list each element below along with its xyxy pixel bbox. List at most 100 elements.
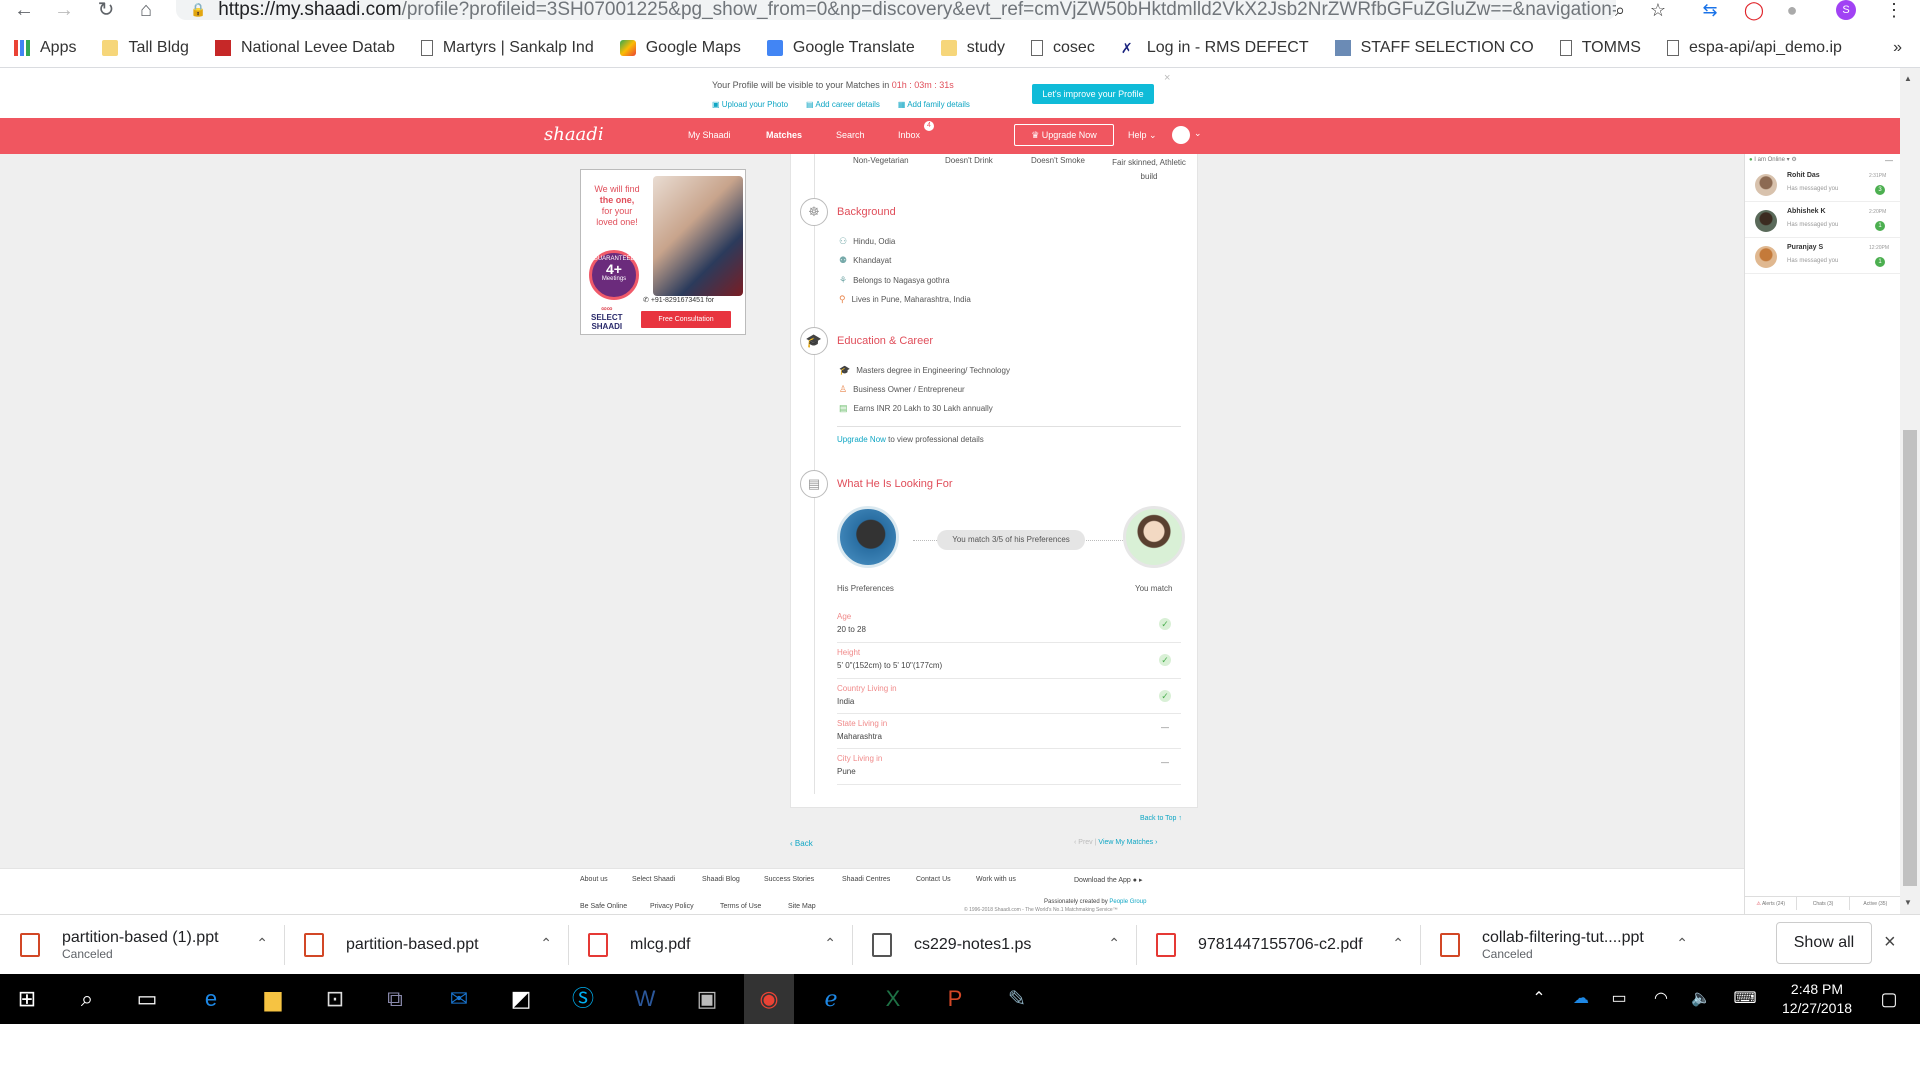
footer-success-stories[interactable]: Success Stories [764, 876, 814, 883]
prev-link[interactable]: ‹ Prev [1074, 839, 1093, 846]
extension-icon[interactable]: ● [1780, 0, 1804, 20]
footer-download-app[interactable]: Download the App ● ▸ [1074, 876, 1142, 884]
chat-contact[interactable]: Puranjay S 12:20PM Has messaged you 1 [1745, 238, 1901, 274]
search-icon[interactable]: ⌕ [62, 974, 112, 1024]
view-my-matches-link[interactable]: View My Matches › [1098, 839, 1157, 846]
download-item[interactable]: partition-based.ppt ⌃ [284, 915, 568, 975]
notifications-icon[interactable]: ▢ [1864, 974, 1914, 1024]
download-item[interactable]: partition-based (1).ppt Canceled ⌃ [0, 915, 284, 975]
nav-matches[interactable]: Matches [766, 130, 802, 140]
download-item[interactable]: mlcg.pdf ⌃ [568, 915, 852, 975]
translate-extension-icon[interactable]: ⇆ [1698, 0, 1722, 20]
chevron-up-icon[interactable]: ⌃ [1676, 935, 1688, 952]
skype-icon[interactable]: Ⓢ [558, 974, 608, 1024]
windows-start-icon[interactable]: ⊞ [2, 974, 52, 1024]
bookmark-tomms[interactable]: TOMMS [1559, 39, 1641, 57]
footer-about[interactable]: About us [580, 876, 608, 883]
user-avatar[interactable] [1172, 126, 1190, 144]
internet-explorer-icon[interactable]: ℯ [806, 974, 856, 1024]
show-all-button[interactable]: Show all [1776, 922, 1872, 964]
chat-minimize-icon[interactable]: — [1885, 156, 1893, 165]
select-shaadi-ad[interactable]: We will find the one, for your loved one! G… [580, 169, 746, 335]
free-consultation-button[interactable]: Free Consultation [641, 311, 731, 328]
add-family-link[interactable]: ▦ Add family details [898, 100, 970, 109]
improve-profile-button[interactable]: Let's improve your Profile [1032, 84, 1154, 104]
network-app-icon[interactable]: ▣ [682, 974, 732, 1024]
bookmark-apps[interactable]: Apps [14, 39, 76, 57]
footer-blog[interactable]: Shaadi Blog [702, 876, 740, 883]
add-career-link[interactable]: ▤ Add career details [806, 100, 880, 109]
back-to-top-link[interactable]: Back to Top ↑ [1140, 815, 1182, 822]
zoom-icon[interactable]: ⌕ [1608, 0, 1632, 20]
chevron-up-icon[interactable]: ⌃ [256, 935, 268, 952]
tab-active[interactable]: Active (35) [1850, 897, 1901, 910]
upgrade-now-button[interactable]: ♛ Upgrade Now [1014, 124, 1114, 146]
tab-chats[interactable]: Chats (3) [1797, 897, 1850, 910]
opera-extension-icon[interactable]: ◯ [1742, 0, 1766, 20]
bookmarks-overflow[interactable]: » [1893, 39, 1902, 57]
bookmark-google-translate[interactable]: Google Translate [766, 39, 915, 57]
reload-icon[interactable]: ↻ [86, 0, 126, 20]
store-icon[interactable]: ⊡ [310, 974, 360, 1024]
forward-arrow-icon[interactable]: → [44, 0, 84, 20]
chevron-down-icon[interactable]: ⌄ [1194, 128, 1202, 139]
download-item[interactable]: collab-filtering-tut....ppt Canceled ⌃ [1420, 915, 1704, 975]
paint-icon[interactable]: ✎ [992, 974, 1042, 1024]
bookmark-rms-defect[interactable]: ✗ Log in - RMS DEFECT [1121, 39, 1309, 57]
chevron-up-icon[interactable]: ⌃ [1108, 935, 1120, 952]
chevron-up-icon[interactable]: ⌃ [540, 935, 552, 952]
chat-contact[interactable]: Rohit Das 2:31PM Has messaged you 3 [1745, 166, 1901, 202]
excel-icon[interactable]: X [868, 974, 918, 1024]
nav-inbox[interactable]: Inbox [898, 130, 920, 140]
nav-search[interactable]: Search [836, 130, 865, 140]
menu-dots-icon[interactable]: ⋮ [1882, 0, 1906, 20]
chevron-up-icon[interactable]: ⌃ [824, 935, 836, 952]
clock[interactable]: 2:48 PM 12/27/2018 [1772, 980, 1862, 1018]
upgrade-now-link[interactable]: Upgrade Now [837, 435, 886, 444]
bookmark-tall-bldg[interactable]: Tall Bldg [102, 39, 189, 57]
nav-help[interactable]: Help ⌄ [1128, 130, 1157, 141]
chevron-up-icon[interactable]: ⌃ [1392, 935, 1404, 952]
close-icon[interactable]: × [1164, 72, 1170, 84]
url-text[interactable]: https://my.shaadi.com/profile?profileid=… [218, 0, 1616, 21]
footer-sitemap[interactable]: Site Map [788, 903, 816, 910]
powerpoint-icon[interactable]: P [930, 974, 980, 1024]
keyboard-icon[interactable]: ⌨ [1720, 974, 1770, 1024]
address-bar[interactable]: 🔒 https://my.shaadi.com/profile?profilei… [176, 0, 1616, 20]
shaadi-logo[interactable]: shaadi [544, 124, 604, 145]
word-icon[interactable]: W [620, 974, 670, 1024]
his-photo[interactable] [837, 506, 899, 568]
footer-contact[interactable]: Contact Us [916, 876, 951, 883]
chrome-icon[interactable]: ◉ [744, 974, 794, 1024]
bookmark-national-levee[interactable]: National Levee Datab [214, 39, 395, 57]
back-link[interactable]: ‹ Back [790, 839, 813, 848]
task-view-icon[interactable]: ▭ [122, 974, 172, 1024]
bookmark-study[interactable]: study [940, 39, 1005, 57]
download-item[interactable]: cs229-notes1.ps ⌃ [852, 915, 1136, 975]
footer-privacy[interactable]: Privacy Policy [650, 903, 694, 910]
upload-photo-link[interactable]: ▣ Upload your Photo [712, 100, 788, 109]
outlook-icon[interactable]: ✉ [434, 974, 484, 1024]
edge-icon[interactable]: e [186, 974, 236, 1024]
home-icon[interactable]: ⌂ [126, 0, 166, 20]
footer-select-shaadi[interactable]: Select Shaadi [632, 876, 675, 883]
page-scrollbar[interactable]: ▲ ▼ [1900, 68, 1920, 914]
bookmark-staff-selection[interactable]: STAFF SELECTION CO [1334, 39, 1534, 57]
close-icon[interactable]: × [1884, 931, 1896, 954]
tab-alerts[interactable]: ⚠ Alerts (24) [1745, 897, 1798, 910]
bookmark-cosec[interactable]: cosec [1031, 39, 1095, 57]
back-arrow-icon[interactable]: ← [4, 0, 44, 20]
sticky-notes-icon[interactable]: ◩ [496, 974, 546, 1024]
scroll-down-arrow-icon[interactable]: ▼ [1904, 898, 1912, 907]
bookmark-star-icon[interactable]: ☆ [1646, 0, 1670, 20]
footer-terms[interactable]: Terms of Use [720, 903, 761, 910]
scroll-thumb[interactable] [1903, 430, 1917, 886]
download-item[interactable]: 9781447155706-c2.pdf ⌃ [1136, 915, 1420, 975]
footer-work[interactable]: Work with us [976, 876, 1016, 883]
app-icon[interactable]: ⧉ [370, 974, 420, 1024]
bookmark-martyrs[interactable]: Martyrs | Sankalp Ind [420, 39, 594, 57]
chat-contact[interactable]: Abhishek K 2:20PM Has messaged you 1 [1745, 202, 1901, 238]
nav-my-shaadi[interactable]: My Shaadi [688, 130, 731, 140]
footer-be-safe[interactable]: Be Safe Online [580, 903, 627, 910]
footer-centres[interactable]: Shaadi Centres [842, 876, 890, 883]
